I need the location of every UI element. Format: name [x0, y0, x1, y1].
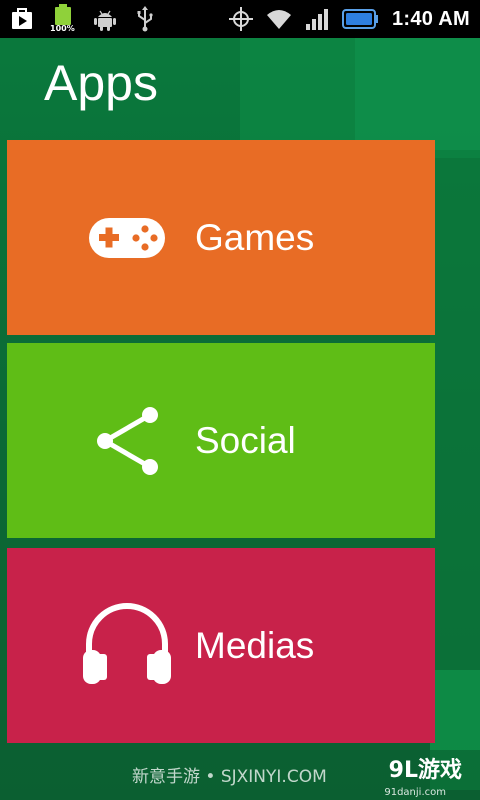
clock: 1:40 AM: [391, 7, 470, 30]
tile-medias[interactable]: Medias: [7, 548, 435, 743]
watermark-logo-url: 91danji.com: [384, 787, 446, 798]
status-bar-notifications: 100%: [10, 0, 158, 38]
tile-games[interactable]: Games: [7, 140, 435, 335]
gps-icon: [228, 7, 253, 31]
usb-icon: [137, 6, 153, 32]
share-icon: [79, 393, 175, 489]
headphones-icon: [79, 598, 175, 694]
watermark-text: 新意手游 • SJXINYI.COM: [132, 767, 327, 787]
status-bar-system: 1:40 AM: [228, 0, 470, 38]
tile-social[interactable]: Social: [7, 343, 435, 538]
watermark-logo: 9L游戏: [388, 758, 462, 783]
android-icon: [94, 10, 116, 31]
tile-social-label: Social: [195, 420, 296, 461]
battery-full-notification: 100%: [50, 3, 78, 35]
battery-icon: [341, 9, 378, 29]
status-bar: 100% 1:40 AM: [0, 0, 480, 38]
play-store-icon: [12, 8, 32, 29]
signal-strength-icon: [305, 9, 328, 30]
page-title: Apps: [44, 55, 158, 111]
tile-medias-label: Medias: [195, 625, 315, 666]
tile-games-label: Games: [195, 217, 315, 258]
wifi-icon: [266, 10, 291, 29]
app-screen: 100% 1:40 AM Apps Games Social Medias 新意…: [0, 0, 480, 800]
battery-percent-label: 100%: [50, 24, 75, 33]
watermark: 新意手游 • SJXINYI.COM 9L游戏 91danji.com: [0, 752, 480, 800]
background-block: [430, 670, 480, 750]
gamepad-icon: [79, 190, 175, 286]
